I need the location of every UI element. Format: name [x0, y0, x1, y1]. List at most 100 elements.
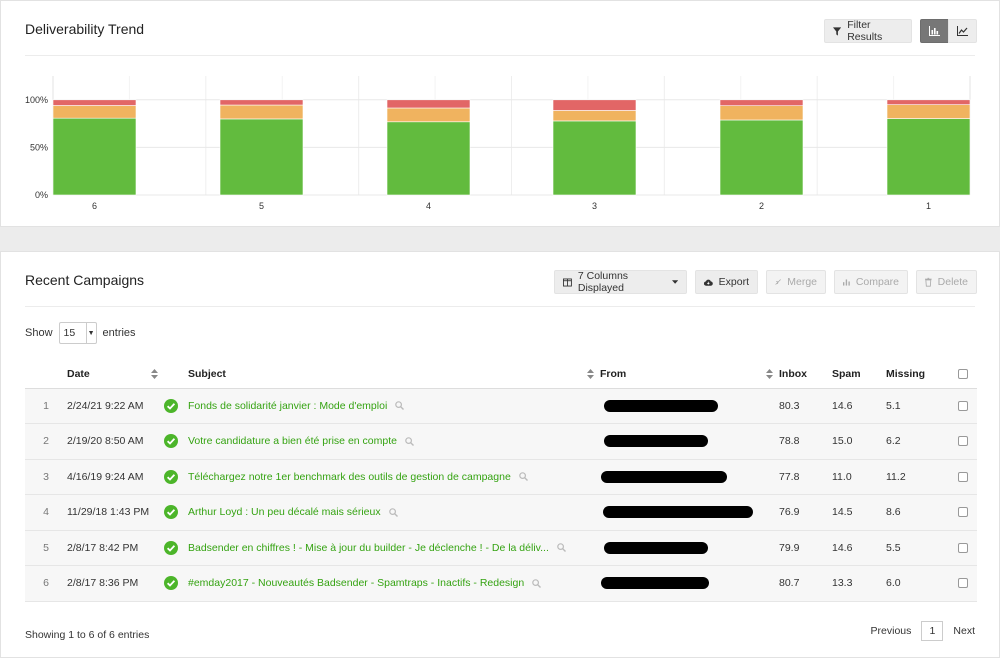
row-missing: 11.2: [886, 459, 948, 495]
bar-view-button[interactable]: [920, 19, 949, 43]
trend-divider: [25, 55, 975, 56]
row-checkbox-cell: [948, 565, 977, 602]
magnifier-icon[interactable]: [395, 401, 405, 411]
campaigns-title: Recent Campaigns: [25, 272, 145, 288]
col-inbox-header[interactable]: Inbox: [779, 360, 832, 389]
sort-icon: [587, 369, 594, 379]
table-row[interactable]: 4 11/29/18 1:43 PM Arthur Loyd : Un peu dé…: [25, 494, 977, 531]
from-cell: [600, 530, 779, 566]
subject-cell: Badsender en chiffres ! - Mise à jour du…: [188, 530, 600, 566]
magnifier-icon[interactable]: [532, 579, 542, 588]
status-cell: [164, 423, 188, 460]
col-subject-header[interactable]: Subject: [188, 360, 600, 389]
row-date: 4/16/19 9:24 AM: [67, 459, 164, 495]
check-circle-icon: [164, 398, 178, 413]
line-view-button[interactable]: [948, 19, 977, 43]
col-date-header[interactable]: Date: [67, 360, 164, 389]
row-date: 11/29/18 1:43 PM: [67, 494, 164, 531]
from-cell: [600, 459, 779, 495]
from-cell: [600, 388, 779, 424]
row-checkbox-cell: [948, 530, 977, 566]
merge-icon: [775, 279, 781, 285]
row-spam: 14.6: [832, 530, 886, 566]
row-date: 2/19/20 8:50 AM: [67, 423, 164, 460]
filter-results-button[interactable]: Filter Results: [824, 19, 912, 43]
subject-link[interactable]: Fonds de solidarité janvier : Mode d'emp…: [188, 400, 387, 412]
row-spam: 11.0: [832, 459, 886, 495]
col-subject-label: Subject: [188, 367, 226, 380]
table-row[interactable]: 2 2/19/20 8:50 AM Votre candidature a bien…: [25, 423, 977, 460]
x-tick-label: 6: [92, 201, 97, 211]
row-inbox: 77.8: [779, 459, 832, 495]
select-all-checkbox[interactable]: [948, 360, 977, 389]
table-row[interactable]: 3 4/16/19 9:24 AM Téléchargez notre 1er be…: [25, 459, 977, 495]
delete-button[interactable]: Delete: [916, 270, 977, 294]
x-tick-label: 1: [926, 201, 931, 211]
caret-down-icon: [671, 280, 678, 284]
check-circle-icon: [164, 540, 178, 555]
subject-link[interactable]: Téléchargez notre 1er benchmark des outi…: [188, 471, 511, 483]
table-header-row: Date Subject From Inbox Spam Missing: [25, 360, 977, 389]
merge-button[interactable]: Merge: [766, 270, 826, 294]
table-row[interactable]: 6 2/8/17 8:36 PM #emday2017 - Nouveautés B…: [25, 565, 977, 602]
row-inbox: 80.7: [779, 565, 832, 602]
bar-segment: [219, 104, 304, 120]
subject-cell: Fonds de solidarité janvier : Mode d'emp…: [188, 388, 600, 424]
next-page-link[interactable]: Next: [953, 625, 975, 637]
magnifier-icon[interactable]: [557, 543, 566, 553]
bar-chart-icon: [843, 278, 850, 286]
compare-label: Compare: [855, 276, 899, 288]
page-size-value: 15: [63, 327, 76, 339]
row-inbox: 76.9: [779, 494, 832, 531]
redacted-sender: [601, 577, 709, 590]
magnifier-icon[interactable]: [388, 508, 398, 517]
row-spam: 13.3: [832, 565, 886, 602]
page-1-button[interactable]: 1: [921, 621, 944, 641]
bar-segment: [552, 120, 637, 196]
row-index: 4: [25, 494, 67, 531]
subject-link[interactable]: Arthur Loyd : Un peu décalé mais sérieux: [188, 506, 381, 518]
row-checkbox[interactable]: [957, 542, 968, 553]
redacted-sender: [601, 470, 727, 483]
previous-page-link[interactable]: Previous: [871, 625, 912, 637]
y-tick-label: 0%: [35, 190, 48, 200]
export-button[interactable]: Export: [695, 270, 758, 294]
col-date-label: Date: [67, 367, 90, 380]
row-checkbox[interactable]: [957, 507, 968, 518]
page-size-select[interactable]: 15 ▼: [58, 322, 97, 344]
subject-link[interactable]: Votre candidature a bien été prise en co…: [188, 435, 397, 447]
checkbox[interactable]: [957, 368, 968, 379]
col-from-header[interactable]: From: [600, 360, 779, 389]
table-row[interactable]: 5 2/8/17 8:42 PM Badsender en chiffres ! -…: [25, 530, 977, 566]
subject-link[interactable]: Badsender en chiffres ! - Mise à jour du…: [188, 542, 549, 554]
row-checkbox[interactable]: [957, 400, 968, 411]
bar-segment: [552, 110, 637, 122]
row-index: 3: [25, 459, 67, 495]
magnifier-icon[interactable]: [405, 437, 414, 446]
filter-results-label: Filter Results: [847, 19, 883, 43]
merge-label: Merge: [787, 276, 817, 288]
bar-segment: [386, 107, 471, 123]
status-cell: [164, 388, 188, 424]
row-checkbox[interactable]: [957, 471, 968, 482]
x-tick-label: 5: [259, 201, 264, 211]
bar-segment: [52, 117, 137, 196]
subject-cell: Téléchargez notre 1er benchmark des outi…: [188, 459, 600, 495]
row-checkbox[interactable]: [957, 578, 968, 589]
status-cell: [164, 565, 188, 602]
y-tick-label: 100%: [25, 95, 48, 105]
subject-cell: #emday2017 - Nouveautés Badsender - Spam…: [188, 565, 600, 602]
bar-segment: [719, 99, 804, 107]
table-info: Showing 1 to 6 of 6 entries: [25, 629, 150, 641]
compare-button[interactable]: Compare: [834, 270, 908, 294]
row-missing: 8.6: [886, 494, 948, 531]
col-missing-header[interactable]: Missing: [886, 360, 948, 389]
magnifier-icon[interactable]: [518, 472, 528, 482]
columns-displayed-button[interactable]: 7 Columns Displayed: [554, 270, 687, 294]
row-date: 2/8/17 8:36 PM: [67, 565, 164, 602]
subject-link[interactable]: #emday2017 - Nouveautés Badsender - Spam…: [188, 577, 524, 589]
table-row[interactable]: 1 2/24/21 9:22 AM Fonds de solidarité janv…: [25, 388, 977, 424]
row-checkbox[interactable]: [957, 436, 968, 447]
col-status-header: [164, 360, 188, 389]
col-spam-header[interactable]: Spam: [832, 360, 886, 389]
